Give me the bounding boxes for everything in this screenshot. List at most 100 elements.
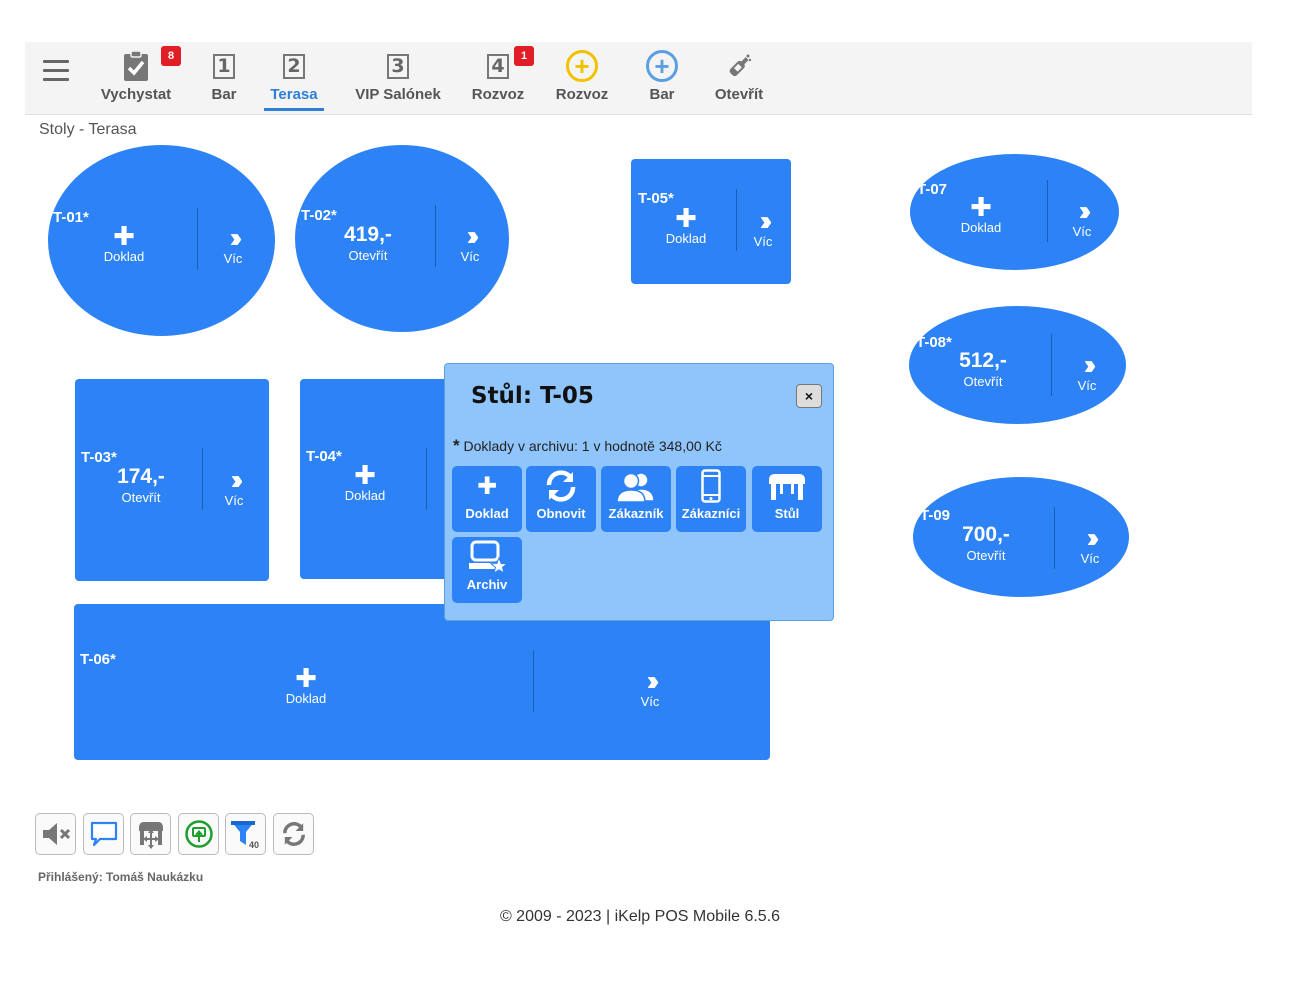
tab-rozvoz[interactable]: 4 1 Rozvoz [471, 46, 534, 112]
mute-button[interactable] [35, 813, 76, 855]
mute-icon [42, 823, 70, 845]
popup-button-obnovit[interactable]: Obnovit [526, 466, 596, 532]
table-t-08[interactable]: T-08* 512,- Otevřít ›› Víc [909, 306, 1126, 424]
popup-button-stul[interactable]: Stůl [752, 466, 822, 532]
action-label: Doklad [960, 220, 1002, 235]
add-circle-yellow-icon: + [566, 50, 598, 82]
action-label: Otevřít [348, 248, 388, 263]
table-name: T-02* [301, 207, 337, 224]
tab-vychystat[interactable]: 8 Vychystat [99, 46, 181, 112]
tab-label: Vychystat [100, 86, 172, 103]
button-label: Zákazníci [681, 506, 741, 521]
action-label: Doklad [344, 488, 386, 503]
new-receipt-button[interactable]: ✚ Doklad [334, 462, 396, 504]
more-button[interactable]: ›› Víc [1070, 524, 1110, 567]
open-receipt-button[interactable]: 419,- Otevřít [333, 222, 403, 264]
open-receipt-button[interactable]: 174,- Otevřít [106, 464, 176, 506]
archive-info: * Doklady v archivu: 1 v hodnotě 348,00 … [453, 436, 722, 456]
table-t-06[interactable]: T-06* ✚ Doklad ›› Víc [74, 604, 770, 760]
tab-label: Terasa [270, 86, 318, 103]
popup-button-zakaznik[interactable]: Zákazník [601, 466, 671, 532]
archive-info-text: Doklady v archivu: 1 v hodnotě 348,00 Kč [463, 438, 722, 454]
amount: 419,- [344, 223, 392, 246]
table-name: T-07 [917, 181, 948, 198]
tab-otevrit[interactable]: Otevřít [713, 48, 765, 112]
close-icon[interactable]: × [796, 384, 822, 408]
double-chevron-icon: ›› [759, 205, 773, 236]
new-receipt-button[interactable]: ✚ Doklad [275, 665, 337, 707]
more-button[interactable]: ›› Víc [1062, 195, 1102, 240]
new-receipt-button[interactable]: ✚ Doklad [93, 223, 155, 265]
table-t-03[interactable]: T-03* 174,- Otevřít ›› Víc [75, 379, 269, 581]
open-receipt-button[interactable]: 700,- Otevřít [950, 522, 1022, 564]
mobile-icon [701, 469, 721, 503]
double-chevron-icon: ›› [646, 665, 660, 696]
filter-button[interactable]: 40 [225, 813, 266, 855]
table-t-09[interactable]: T-09 700,- Otevřít ›› Víc [913, 477, 1129, 597]
more-button[interactable]: ›› Víc [743, 205, 783, 250]
clipboard-check-icon [124, 50, 148, 81]
popup-button-doklad[interactable]: ✚ Doklad [452, 466, 522, 532]
badge-count: 1 [514, 46, 534, 66]
divider [1054, 507, 1055, 569]
upload-button[interactable] [178, 813, 219, 855]
action-label: Doklad [665, 231, 707, 246]
more-button[interactable]: ›› Víc [213, 224, 253, 267]
more-label: Víc [1077, 378, 1097, 393]
more-button[interactable]: ›› Víc [214, 464, 254, 509]
popup-button-zakaznici[interactable]: Zákazníci [676, 466, 746, 532]
hamburger-menu-icon[interactable] [43, 60, 69, 84]
plus-icon: ✚ [295, 663, 317, 693]
open-receipt-button[interactable]: 512,- Otevřít [947, 348, 1019, 390]
users-icon [616, 472, 655, 503]
top-navigation-bar: 8 Vychystat 1 Bar 2 Terasa 3 VIP Salónek… [25, 42, 1252, 115]
new-receipt-button[interactable]: ✚ Doklad [655, 205, 717, 247]
footer-copyright: © 2009 - 2023 | iKelp POS Mobile 6.5.6 [499, 908, 781, 925]
number-1-icon: 1 [213, 53, 235, 79]
tab-label: Rozvoz [471, 86, 525, 103]
table-t-05[interactable]: T-05* ✚ Doklad ›› Víc [631, 159, 791, 284]
tab-add-rozvoz[interactable]: + Rozvoz [555, 48, 609, 112]
popup-button-archiv[interactable]: Archiv [452, 537, 522, 603]
logged-in-user: Přihlášený: Tomáš Naukázku [38, 870, 204, 884]
more-label: Víc [1072, 224, 1092, 239]
more-button[interactable]: ›› Víc [450, 222, 490, 265]
move-table-button[interactable] [130, 813, 171, 855]
tab-terasa[interactable]: 2 Terasa [264, 48, 324, 112]
popup-title: Stůl: T-05 [471, 383, 594, 409]
chat-button[interactable] [83, 813, 124, 855]
number-3-icon: 3 [387, 53, 409, 79]
more-button[interactable]: ›› Víc [1067, 349, 1107, 394]
plus-icon: ✚ [970, 192, 992, 222]
tab-vip-salonek[interactable]: 3 VIP Salónek [354, 48, 442, 112]
tab-add-bar[interactable]: + Bar [645, 48, 679, 112]
double-chevron-icon: ›› [1078, 195, 1092, 226]
more-label: Víc [640, 694, 660, 709]
action-label: Otevřít [963, 374, 1003, 389]
more-label: Víc [223, 251, 243, 266]
button-label: Stůl [774, 506, 800, 521]
double-chevron-icon: ›› [1083, 349, 1097, 380]
refresh-icon [546, 470, 576, 502]
number-2-icon: 2 [283, 53, 305, 79]
table-t-07[interactable]: T-07 ✚ Doklad ›› Víc [910, 154, 1119, 270]
table-icon [769, 474, 805, 500]
tab-bar[interactable]: 1 Bar [209, 48, 239, 112]
add-circle-blue-icon: + [646, 50, 678, 82]
plus-icon: ✚ [476, 472, 498, 500]
double-chevron-icon: ›› [230, 464, 244, 495]
archive-star-icon [469, 540, 509, 575]
more-label: Víc [753, 234, 773, 249]
action-label: Doklad [103, 249, 145, 264]
tab-label: Otevřít [714, 86, 764, 103]
action-label: Doklad [285, 691, 327, 706]
tab-label: Rozvoz [555, 86, 609, 103]
new-receipt-button[interactable]: ✚ Doklad [950, 194, 1012, 236]
more-button[interactable]: ›› Víc [630, 665, 670, 710]
active-tab-underline [264, 108, 324, 111]
more-label: Víc [460, 249, 480, 264]
divider [1047, 180, 1048, 242]
table-t-01[interactable]: T-01* ✚ Doklad ›› Víc [48, 145, 275, 336]
refresh-button[interactable] [273, 813, 314, 855]
table-t-02[interactable]: T-02* 419,- Otevřít ›› Víc [295, 145, 509, 332]
